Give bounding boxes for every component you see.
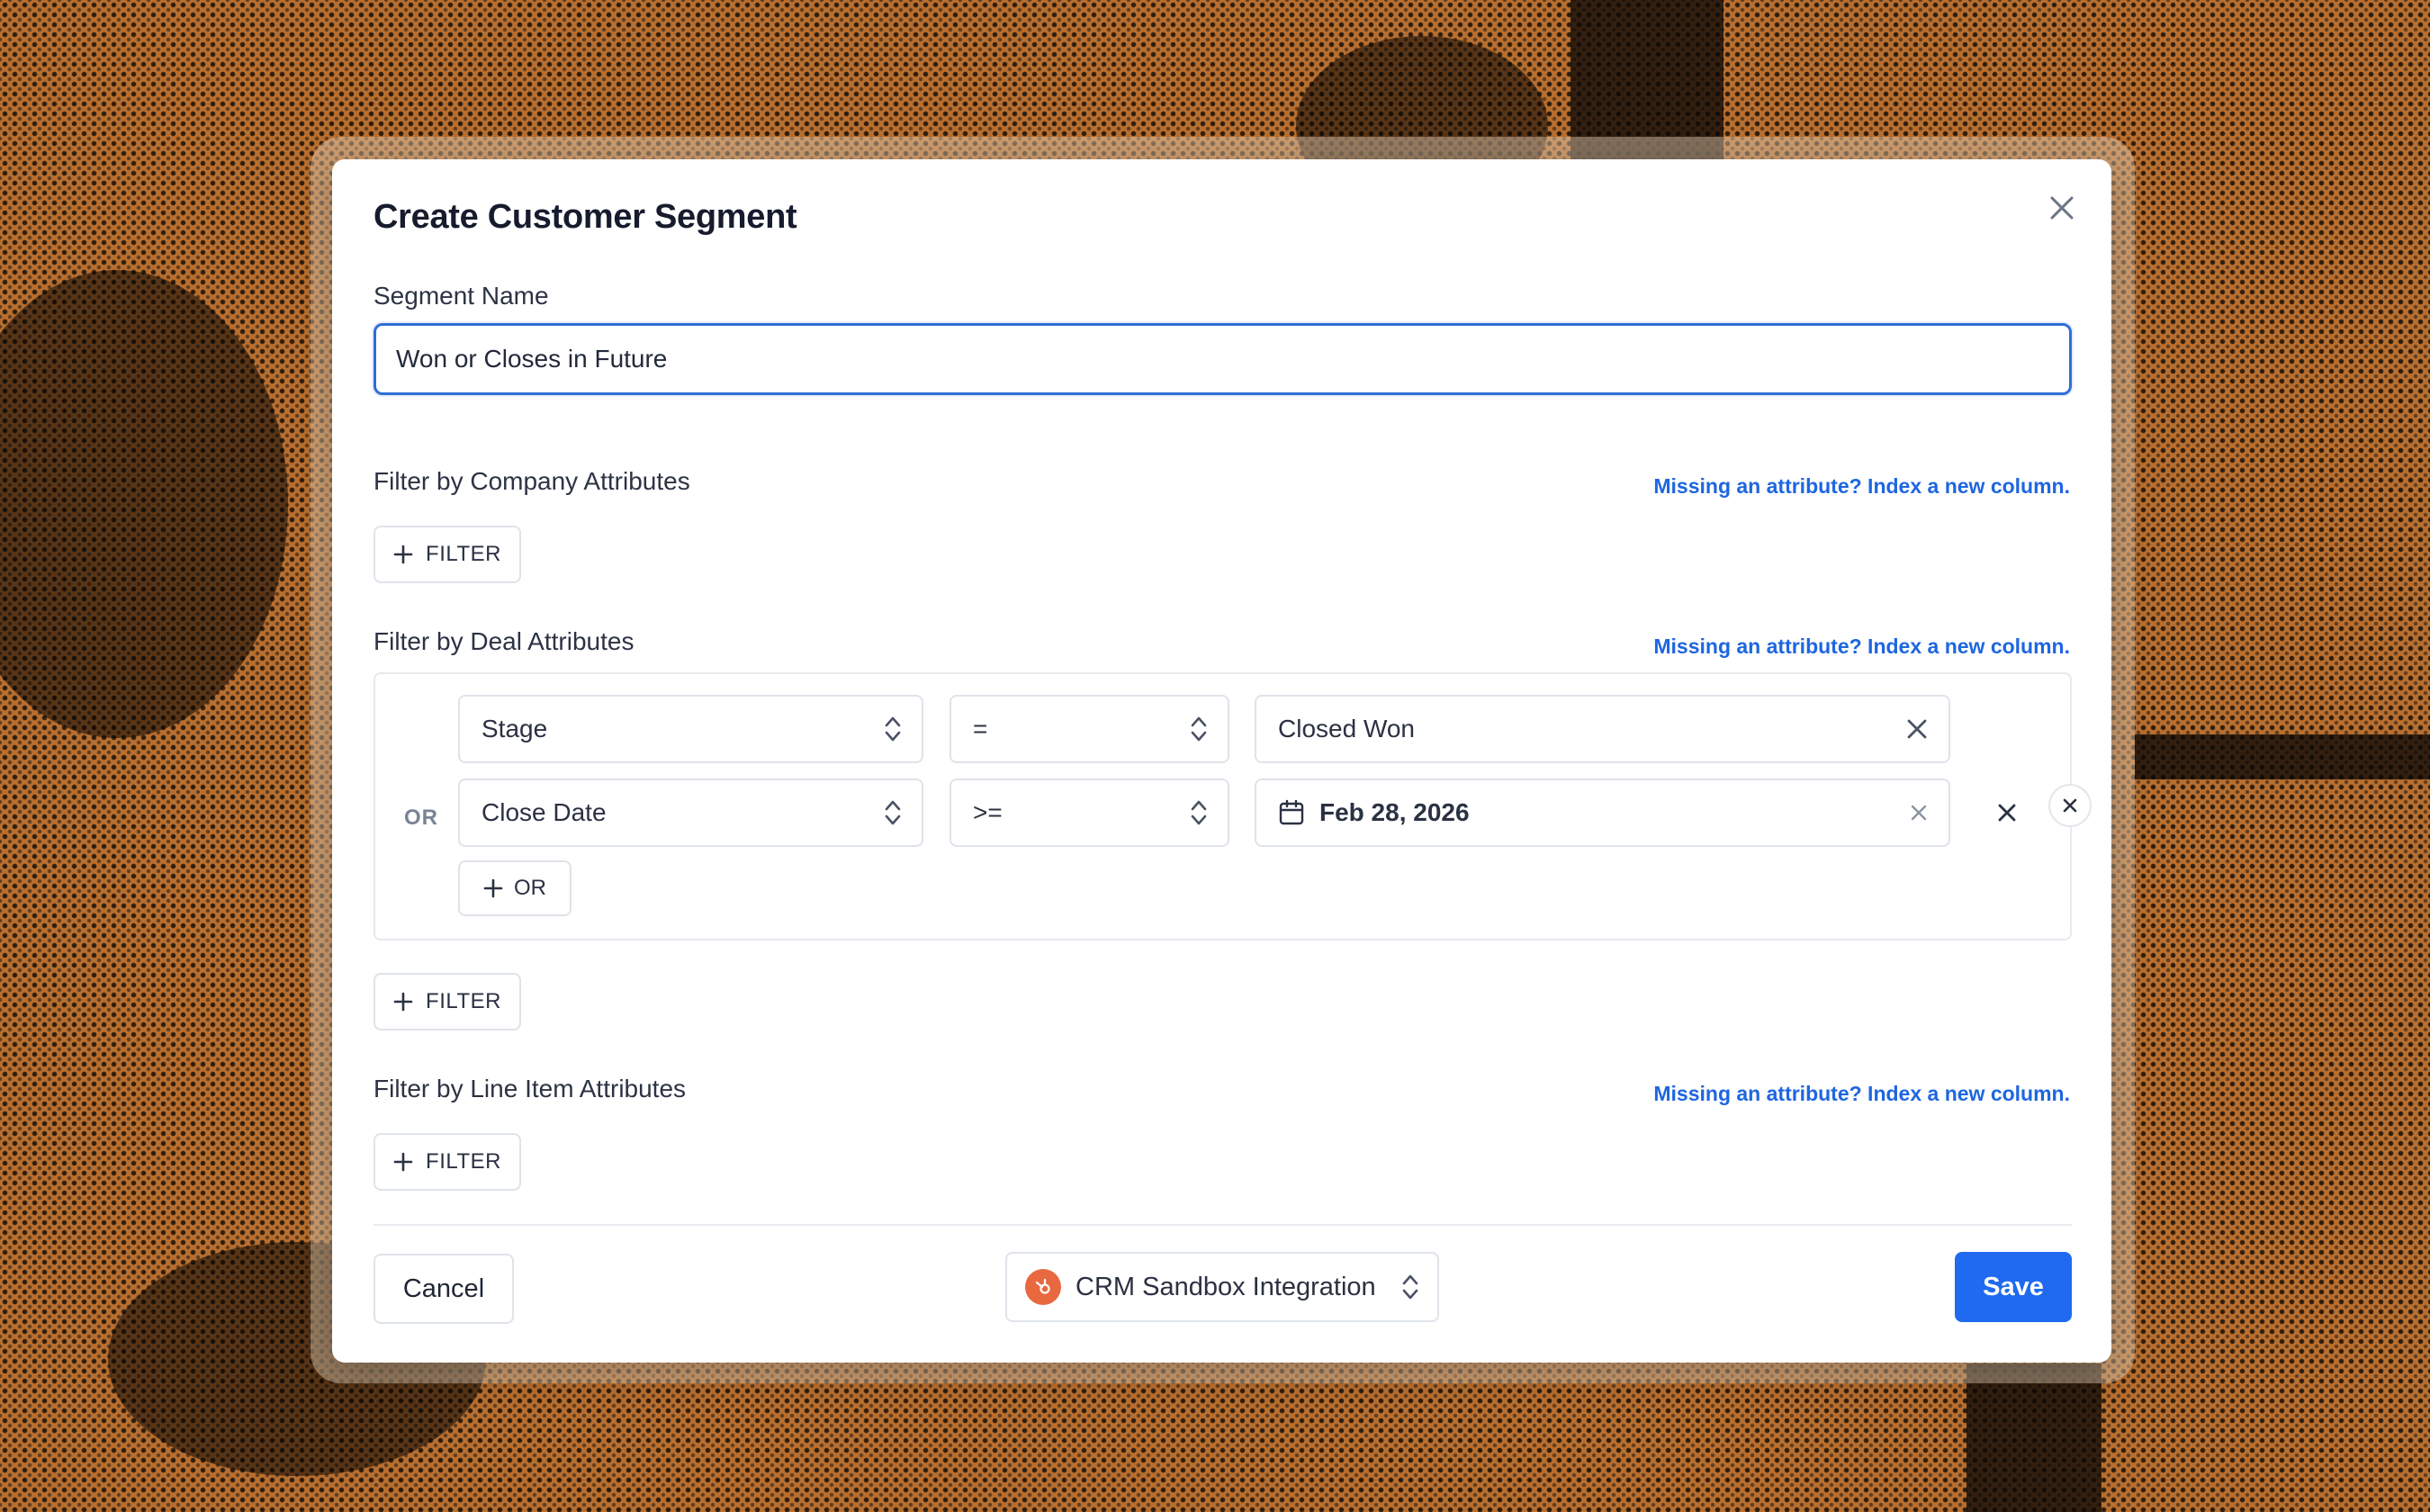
company-index-column-link[interactable]: Missing an attribute? Index a new column… — [1653, 474, 2070, 499]
condition-1-field-value: Stage — [482, 715, 548, 742]
chevron-updown-icon — [885, 716, 901, 742]
segment-name-label: Segment Name — [374, 282, 549, 310]
condition-2-operator-value: >= — [973, 798, 1003, 826]
company-attributes-heading: Filter by Company Attributes — [374, 467, 690, 495]
filter-button-label: FILTER — [426, 1149, 501, 1174]
save-button[interactable]: Save — [1955, 1252, 2072, 1322]
chevron-updown-icon — [1191, 716, 1207, 742]
backdrop-dark-band-right — [2135, 734, 2430, 779]
condition-2-operator-select[interactable]: >= — [950, 778, 1229, 847]
chevron-updown-icon — [885, 800, 901, 825]
line-item-add-filter-button[interactable]: FILTER — [374, 1133, 521, 1191]
deal-add-filter-button[interactable]: FILTER — [374, 973, 521, 1030]
filter-button-label: FILTER — [426, 542, 501, 566]
close-icon — [2063, 798, 2077, 813]
plus-icon — [393, 992, 413, 1012]
condition-1-value-field[interactable]: Closed Won — [1255, 695, 1950, 763]
remove-group-button[interactable] — [2048, 784, 2092, 827]
calendar-icon — [1279, 799, 1304, 825]
condition-2-value: Feb 28, 2026 — [1319, 798, 1470, 826]
backdrop-dark-pillar-bottom — [1966, 1364, 2102, 1512]
or-button-label: OR — [514, 876, 546, 900]
deal-attributes-heading: Filter by Deal Attributes — [374, 627, 634, 655]
clear-value-button[interactable] — [1905, 717, 1929, 741]
hubspot-icon — [1025, 1269, 1061, 1305]
line-item-attributes-heading: Filter by Line Item Attributes — [374, 1075, 687, 1102]
remove-condition-button[interactable] — [1988, 794, 2026, 832]
integration-select[interactable]: CRM Sandbox Integration — [1005, 1252, 1439, 1322]
plus-icon — [393, 1152, 413, 1172]
plus-icon — [393, 544, 413, 564]
footer-divider — [374, 1224, 2072, 1226]
close-icon — [1998, 804, 2016, 822]
company-add-filter-button[interactable]: FILTER — [374, 526, 521, 583]
cancel-button[interactable]: Cancel — [374, 1254, 514, 1324]
line-item-index-column-link[interactable]: Missing an attribute? Index a new column… — [1653, 1082, 2070, 1106]
condition-1-operator-select[interactable]: = — [950, 695, 1229, 763]
backdrop-dark-blob-left — [0, 270, 288, 738]
deal-index-column-link[interactable]: Missing an attribute? Index a new column… — [1653, 634, 2070, 659]
filter-button-label: FILTER — [426, 989, 501, 1013]
condition-2-field-select[interactable]: Close Date — [458, 778, 923, 847]
condition-1-value: Closed Won — [1278, 715, 1416, 742]
condition-2-date-field[interactable]: Feb 28, 2026 — [1255, 778, 1950, 847]
plus-icon — [483, 878, 503, 898]
group-connector-or: OR — [404, 806, 438, 830]
chevron-updown-icon — [1402, 1274, 1418, 1300]
chevron-updown-icon — [1191, 800, 1207, 825]
close-icon — [2050, 196, 2074, 220]
segment-name-input[interactable] — [374, 323, 2072, 395]
condition-2-field-value: Close Date — [482, 798, 607, 826]
clear-date-button[interactable] — [1909, 803, 1929, 823]
condition-1-field-select[interactable]: Stage — [458, 695, 923, 763]
integration-label: CRM Sandbox Integration — [1076, 1272, 1376, 1301]
close-icon — [1911, 805, 1927, 821]
close-modal-button[interactable] — [2041, 187, 2083, 229]
create-segment-modal: Create Customer Segment Segment Name Fil… — [332, 159, 2111, 1363]
close-icon — [1907, 719, 1927, 739]
add-or-condition-button[interactable]: OR — [458, 860, 572, 916]
modal-title: Create Customer Segment — [374, 198, 797, 236]
condition-1-operator-value: = — [973, 715, 988, 742]
